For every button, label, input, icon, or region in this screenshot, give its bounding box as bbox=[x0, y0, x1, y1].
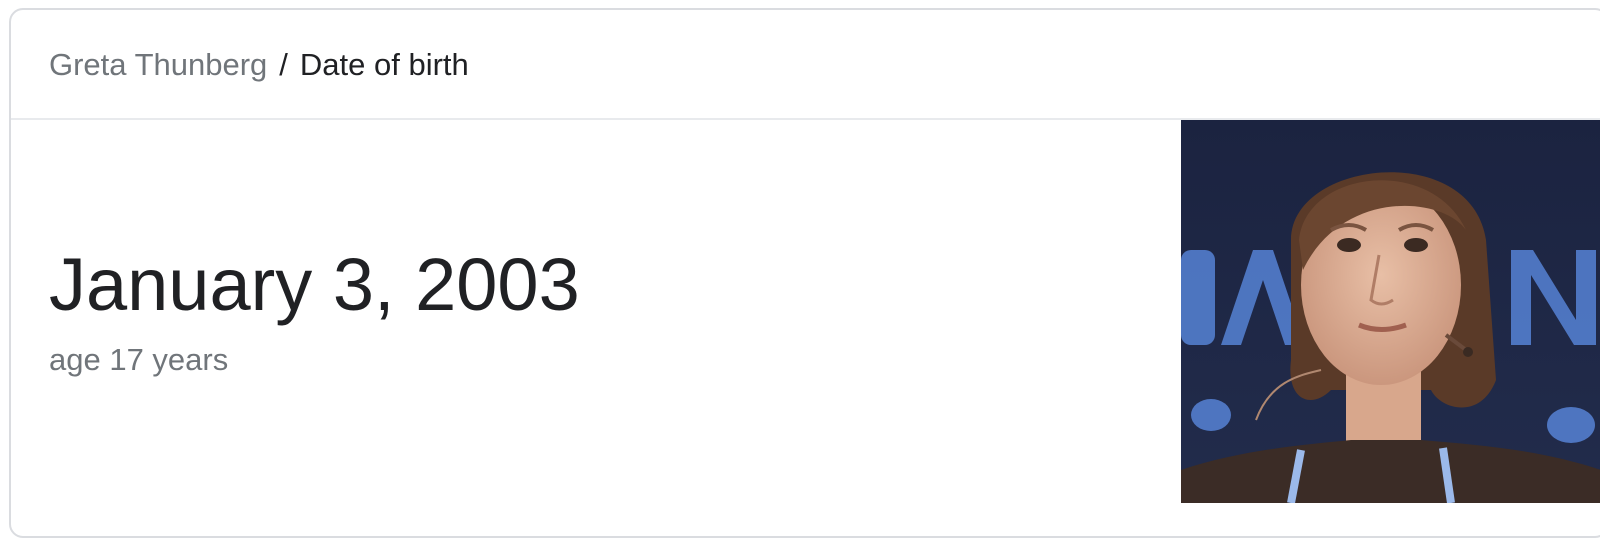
breadcrumb-separator: / bbox=[279, 47, 288, 82]
entity-photo[interactable] bbox=[1181, 120, 1600, 503]
portrait-image bbox=[1181, 120, 1600, 503]
knowledge-card: Greta Thunberg / Date of birth January 3, … bbox=[9, 8, 1600, 538]
breadcrumb-entity-link[interactable]: Greta Thunberg bbox=[49, 47, 267, 82]
answer-subtext: age 17 years bbox=[49, 342, 229, 377]
card-header: Greta Thunberg / Date of birth bbox=[11, 10, 1600, 120]
answer-value: January 3, 2003 bbox=[49, 243, 580, 326]
breadcrumb-attribute: Date of birth bbox=[299, 47, 469, 82]
breadcrumb: Greta Thunberg / Date of birth bbox=[49, 46, 469, 84]
